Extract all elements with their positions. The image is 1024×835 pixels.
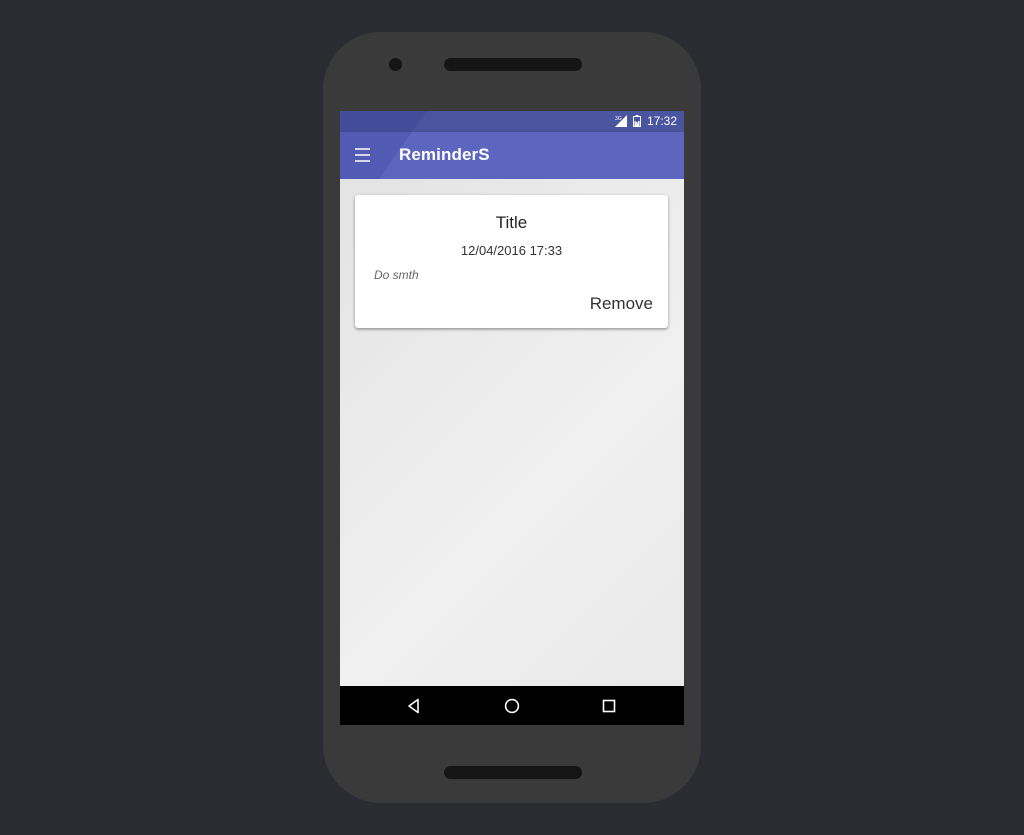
reminder-description: Do smth [374, 268, 419, 282]
top-speaker [444, 58, 582, 71]
reminder-datetime: 12/04/2016 17:33 [460, 243, 563, 258]
signal-3g-icon: 3G [614, 115, 627, 127]
status-bar: 3G 17:32 [340, 111, 684, 132]
bottom-speaker [444, 766, 582, 779]
recents-square-icon [602, 699, 616, 713]
status-time: 17:32 [646, 114, 677, 128]
app-bar: ReminderS [340, 132, 684, 179]
phone-screen: 3G 17:32 ReminderS Title 12/04/2016 17:3… [340, 111, 684, 725]
hamburger-menu-icon[interactable] [352, 144, 374, 166]
status-icons: 3G 17:32 [614, 114, 677, 128]
home-circle-icon [504, 698, 520, 714]
battery-icon [632, 115, 641, 127]
reminder-card[interactable]: Title 12/04/2016 17:33 Do smth Remove [355, 195, 668, 328]
reminder-list: Title 12/04/2016 17:33 Do smth Remove [340, 179, 684, 725]
back-triangle-icon [408, 698, 419, 714]
remove-button[interactable]: Remove [590, 294, 653, 314]
nav-home-button[interactable] [504, 698, 520, 714]
navigation-bar [340, 686, 684, 725]
nav-recents-button[interactable] [601, 698, 617, 714]
front-camera [389, 58, 402, 71]
network-type-label: 3G [615, 116, 622, 122]
app-title: ReminderS [399, 145, 490, 164]
nav-back-button[interactable] [406, 698, 422, 714]
reminder-title: Title [495, 213, 528, 232]
